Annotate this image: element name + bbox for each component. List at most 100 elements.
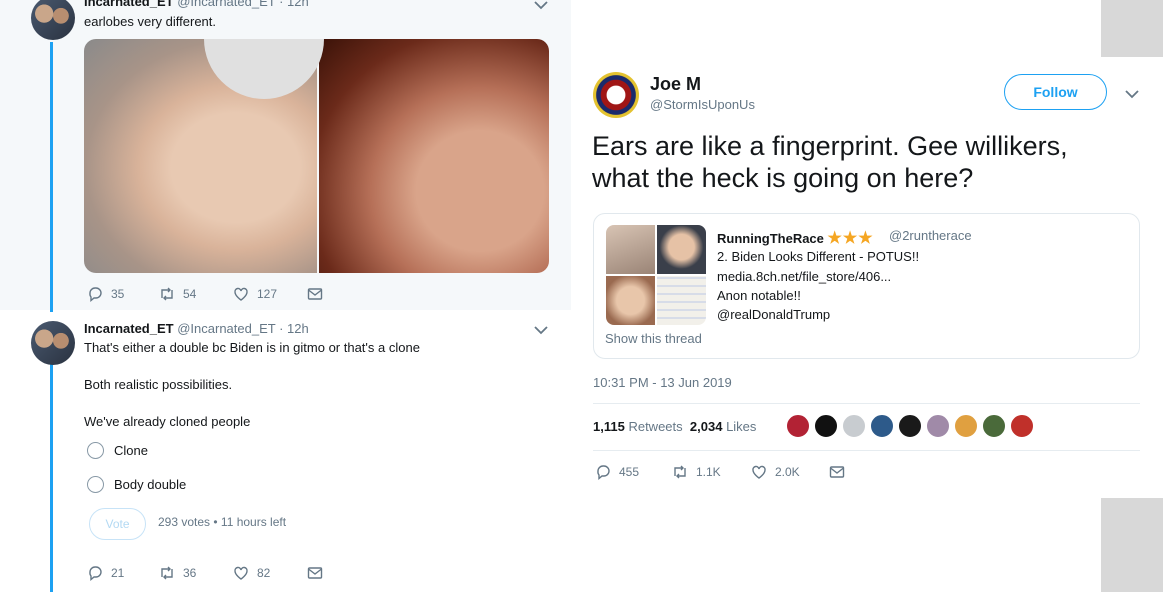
retweet-icon <box>161 287 173 301</box>
tweet-actions: 21 36 82 <box>87 565 323 581</box>
tweet-earlobes[interactable]: Incarnated_ET @Incarnated_ET · 12h earlo… <box>0 0 571 312</box>
liker-avatar[interactable] <box>1010 414 1034 438</box>
poll-option-clone[interactable]: Clone <box>87 442 148 459</box>
quoted-text-line: Anon notable!! <box>717 288 801 303</box>
like-count: 127 <box>257 287 278 301</box>
thumb-cell <box>606 276 655 325</box>
quoted-author-name-text[interactable]: RunningTheRace <box>717 231 824 246</box>
tweet-actions: 455 1.1K 2.0K <box>595 464 845 480</box>
poll-option-label: Clone <box>114 443 148 458</box>
chevron-down-icon[interactable] <box>1125 89 1139 99</box>
quoted-text-line: 2. Biden Looks Different - POTUS!! <box>717 249 920 264</box>
reply-button[interactable]: 455 <box>595 464 672 480</box>
heart-icon <box>234 566 248 580</box>
avatar[interactable] <box>593 72 639 118</box>
media-photo-left[interactable] <box>84 39 324 273</box>
like-button[interactable]: 82 <box>233 565 307 581</box>
liker-avatar[interactable] <box>842 414 866 438</box>
dm-button[interactable] <box>307 565 323 581</box>
like-button[interactable]: 2.0K <box>751 464 829 480</box>
radio-button[interactable] <box>87 442 104 459</box>
envelope-icon <box>307 288 323 300</box>
poll-option-body-double[interactable]: Body double <box>87 476 186 493</box>
envelope-icon <box>307 567 323 579</box>
quoted-tweet-thumbnail[interactable] <box>606 225 706 325</box>
avatar[interactable] <box>31 321 75 365</box>
tweet-text: That's either a double bc Biden is in gi… <box>84 340 420 355</box>
show-thread-link[interactable]: Show this thread <box>605 331 702 346</box>
liker-avatar[interactable] <box>870 414 894 438</box>
media-photo-right[interactable] <box>318 39 549 273</box>
dm-button[interactable] <box>829 464 845 480</box>
like-count: 82 <box>257 566 271 580</box>
retweet-button[interactable]: 1.1K <box>672 464 751 480</box>
author-handle: @Incarnated_ET · 12h <box>177 321 309 336</box>
tweet-text: We've already cloned people <box>84 414 251 429</box>
tweet-media[interactable] <box>84 39 549 273</box>
author-name-text[interactable]: Incarnated_ET <box>84 0 174 9</box>
retweets-count[interactable]: 1,115 <box>593 419 625 434</box>
reply-count: 455 <box>619 465 640 479</box>
reply-button[interactable]: 35 <box>87 286 159 302</box>
reply-count: 35 <box>111 287 125 301</box>
author-name-text[interactable]: Incarnated_ET <box>84 321 174 336</box>
retweet-count: 36 <box>183 566 197 580</box>
reply-count: 21 <box>111 566 125 580</box>
vote-button[interactable]: Vote <box>89 508 146 540</box>
avatar[interactable] <box>31 0 75 40</box>
retweet-button[interactable]: 54 <box>159 286 233 302</box>
thumb-cell <box>657 276 706 325</box>
author-name[interactable]: Incarnated_ET @Incarnated_ET · 12h <box>84 321 309 336</box>
author-name[interactable]: Joe M <box>650 74 701 95</box>
dm-button[interactable] <box>307 286 323 302</box>
divider <box>593 403 1140 404</box>
tweet-text: Both realistic possibilities. <box>84 377 233 392</box>
heart-icon <box>234 287 248 301</box>
author-handle[interactable]: @StormIsUponUs <box>650 97 755 112</box>
author-name[interactable]: Incarnated_ET @Incarnated_ET · 12h <box>84 0 309 9</box>
retweet-count: 54 <box>183 287 197 301</box>
reply-button[interactable]: 21 <box>87 565 159 581</box>
retweet-icon <box>161 566 173 580</box>
quoted-link[interactable]: media.8ch.net/file_store/406... <box>717 269 891 284</box>
tweet-text: Ears are like a fingerprint. Gee willike… <box>592 131 1068 193</box>
author-handle: @Incarnated_ET · 12h <box>177 0 309 9</box>
star-icon: ★★★ <box>827 230 874 247</box>
retweet-button[interactable]: 36 <box>159 565 233 581</box>
thumb-cell <box>657 225 706 274</box>
liker-avatar[interactable] <box>786 414 810 438</box>
likes-count[interactable]: 2,034 <box>690 419 723 434</box>
envelope-icon <box>829 466 845 478</box>
retweet-count: 1.1K <box>696 465 721 479</box>
radio-button[interactable] <box>87 476 104 493</box>
quoted-mention[interactable]: @realDonaldTrump <box>717 307 830 322</box>
tweet-text: earlobes very different. <box>84 14 216 29</box>
divider <box>593 450 1140 451</box>
like-button[interactable]: 127 <box>233 286 307 302</box>
engagement-stats: 1,115 Retweets 2,034 Likes <box>593 419 756 434</box>
thread-connector <box>50 364 53 592</box>
tweet-timestamp[interactable]: 10:31 PM - 13 Jun 2019 <box>593 375 732 390</box>
retweets-label[interactable]: Retweets <box>628 419 682 434</box>
liker-avatar[interactable] <box>814 414 838 438</box>
liker-avatars[interactable] <box>786 414 1034 438</box>
likes-label[interactable]: Likes <box>726 419 756 434</box>
quoted-author-handle: @2runtherace <box>889 228 972 243</box>
liker-avatar[interactable] <box>954 414 978 438</box>
liker-avatar[interactable] <box>926 414 950 438</box>
thumb-cell <box>606 225 655 274</box>
thread-panel: Incarnated_ET @Incarnated_ET · 12h earlo… <box>0 0 571 592</box>
chevron-down-icon[interactable] <box>534 0 548 10</box>
thread-connector <box>50 42 53 312</box>
follow-button[interactable]: Follow <box>1004 74 1107 110</box>
poll-option-label: Body double <box>114 477 187 492</box>
reply-icon <box>89 566 102 581</box>
liker-avatar[interactable] <box>982 414 1006 438</box>
reply-icon <box>597 465 610 480</box>
liker-avatar[interactable] <box>898 414 922 438</box>
quoted-author-name[interactable]: RunningTheRace ★★★ <box>717 228 874 248</box>
background-edge <box>1101 0 1163 57</box>
background-edge <box>1101 498 1163 592</box>
chevron-down-icon[interactable] <box>534 325 548 335</box>
like-count: 2.0K <box>775 465 800 479</box>
